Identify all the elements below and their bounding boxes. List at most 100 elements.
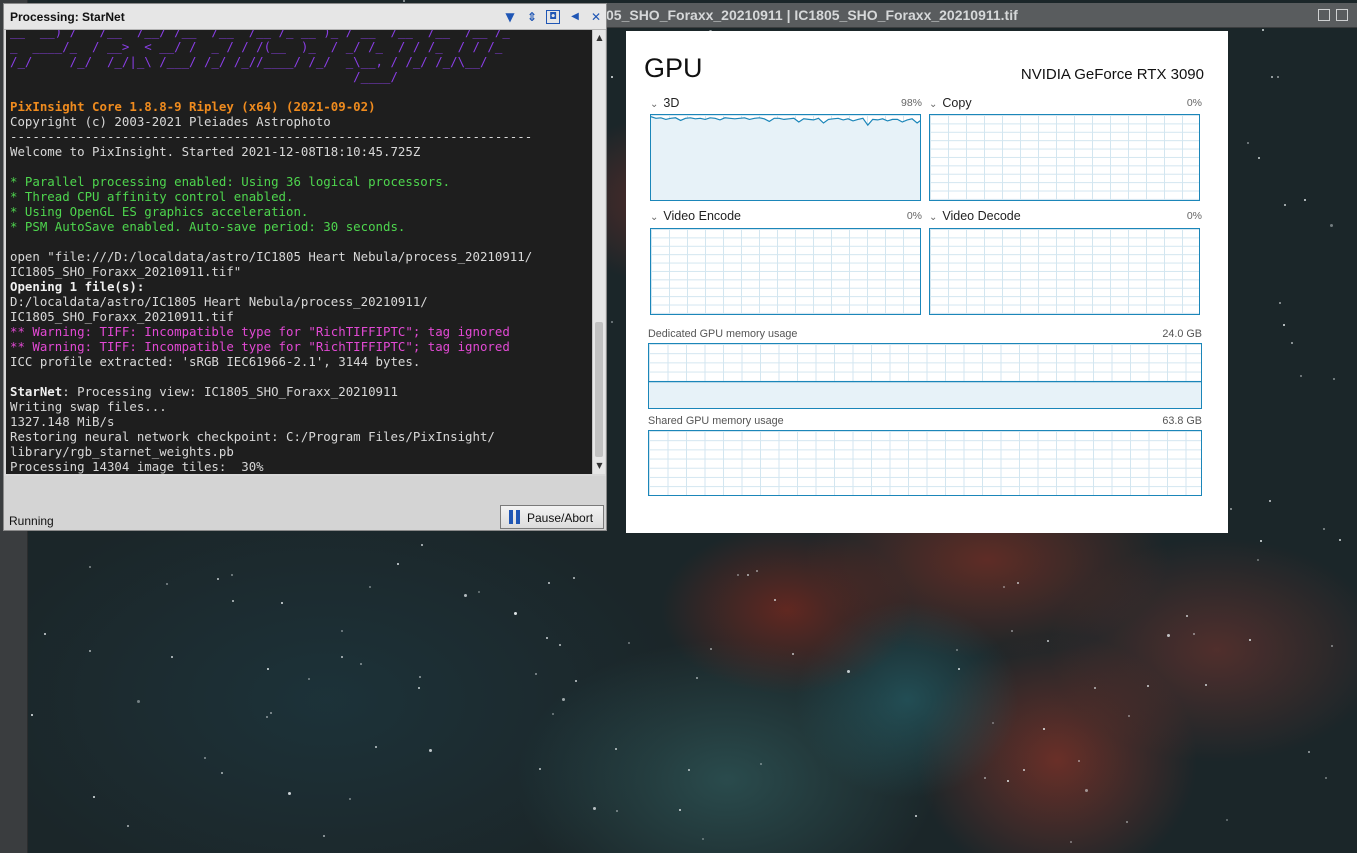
star-dot — [1331, 644, 1334, 647]
star-dot — [847, 670, 851, 674]
star-dot — [1256, 558, 1259, 561]
star-dot — [915, 814, 918, 817]
star-dot — [216, 577, 219, 580]
star-dot — [747, 573, 750, 576]
pause-abort-button[interactable]: Pause/Abort — [500, 505, 604, 529]
star-dot — [559, 643, 562, 646]
console-line: Processing 14304 image tiles: 30% — [10, 459, 264, 474]
star-dot — [615, 810, 618, 813]
star-dot — [1261, 28, 1264, 31]
star-dot — [88, 650, 91, 653]
star-dot — [165, 582, 168, 585]
pause-abort-label: Pause/Abort — [527, 511, 594, 525]
star-dot — [1002, 586, 1005, 589]
process-console[interactable]: __ __) / /__ /__/ /__ /__ /__ /_ __ )_ /… — [6, 30, 592, 474]
star-dot — [369, 585, 372, 588]
star-dot — [1271, 75, 1274, 78]
console-scrollbar[interactable]: ▲ ▼ — [592, 30, 605, 474]
chevron-down-icon: ⌄ — [929, 99, 938, 110]
chevron-down-icon: ⌄ — [929, 212, 938, 223]
dedicated-memory-area — [649, 381, 1201, 408]
star-dot — [792, 653, 795, 656]
star-dot — [265, 715, 268, 718]
chevron-down-icon[interactable]: ▼ — [502, 9, 518, 25]
star-dot — [1229, 508, 1232, 511]
star-dot — [1127, 715, 1130, 718]
console-line: ICC profile extracted: 'sRGB IEC61966-2.… — [10, 354, 421, 369]
star-dot — [43, 632, 46, 635]
engine-video-decode-graph — [929, 228, 1200, 315]
scroll-up-icon[interactable]: ▲ — [594, 32, 605, 43]
console-line: * Thread CPU affinity control enabled. — [10, 189, 294, 204]
star-dot — [1085, 789, 1089, 793]
scrollbar-thumb[interactable] — [595, 322, 603, 457]
console-line: __ __) / /__ /__/ /__ /__ /__ /_ __ )_ /… — [10, 30, 510, 39]
star-dot — [1006, 779, 1009, 782]
window-restore-icon[interactable] — [1336, 9, 1348, 21]
console-line: StarNet: Processing view: IC1805_SHO_For… — [10, 384, 532, 399]
star-dot — [1278, 302, 1281, 305]
rewind-icon[interactable]: ◀ — [567, 9, 583, 25]
engine-3d-area — [651, 116, 920, 200]
console-line: open "file:///D:/localdata/astro/IC1805 … — [10, 249, 533, 264]
star-dot — [615, 748, 618, 751]
star-dot — [1258, 156, 1261, 159]
engine-video-encode-selector[interactable]: ⌄ Video Encode — [650, 209, 741, 223]
star-dot — [231, 599, 234, 602]
star-dot — [126, 824, 129, 827]
star-dot — [204, 757, 207, 760]
star-dot — [1078, 760, 1080, 763]
square-icon[interactable]: ◘ — [546, 10, 560, 24]
console-line: IC1805_SHO_Foraxx_20210911.tif — [10, 309, 234, 324]
star-dot — [396, 563, 399, 566]
console-line: * Parallel processing enabled: Using 36 … — [10, 174, 451, 189]
console-line-module: StarNet — [10, 384, 63, 399]
console-line: Opening 1 file(s): — [10, 279, 145, 294]
star-dot — [552, 713, 555, 716]
close-icon[interactable]: ✕ — [588, 9, 604, 25]
console-line: /____/ — [10, 69, 398, 84]
star-dot — [1259, 540, 1262, 543]
gpu-performance-panel: GPU NVIDIA GeForce RTX 3090 ⌄ 3D 98% ⌄ Cop… — [626, 31, 1228, 533]
engine-3d-usage-line — [651, 116, 920, 200]
star-dot — [611, 75, 614, 78]
shared-memory-graph — [648, 430, 1202, 496]
engine-3d-selector[interactable]: ⌄ 3D — [650, 96, 679, 110]
star-dot — [701, 837, 704, 840]
engine-copy-selector[interactable]: ⌄ Copy — [929, 96, 972, 110]
star-dot — [992, 721, 995, 724]
star-dot — [1193, 633, 1196, 636]
star-dot — [538, 768, 541, 771]
star-dot — [627, 642, 630, 645]
star-dot — [1290, 342, 1293, 345]
star-dot — [696, 677, 699, 680]
window-maximize-icon[interactable] — [1318, 9, 1330, 21]
console-line: Restoring neural network checkpoint: C:/… — [10, 429, 495, 444]
image-window-titlebar[interactable]: 05_SHO_Foraxx_20210911 | IC1805_SHO_Fora… — [606, 3, 1357, 28]
star-dot — [89, 566, 92, 569]
star-dot — [1268, 499, 1271, 502]
updown-arrows-icon[interactable]: ⇕ — [524, 9, 540, 25]
console-line: ----------------------------------------… — [10, 129, 533, 144]
star-dot — [1308, 751, 1311, 754]
console-line: D:/localdata/astro/IC1805 Heart Nebula/p… — [10, 294, 428, 309]
shared-memory-label: Shared GPU memory usage — [648, 415, 784, 427]
star-dot — [477, 590, 480, 593]
star-dot — [736, 573, 739, 576]
processing-window-titlebar[interactable]: Processing: StarNet ▼ ⇕ ◘ ◀ ✕ — [4, 4, 606, 30]
star-dot — [1017, 582, 1019, 585]
star-dot — [1249, 639, 1252, 642]
star-dot — [687, 768, 690, 771]
star-dot — [1330, 224, 1334, 228]
engine-video-decode-selector[interactable]: ⌄ Video Decode — [929, 209, 1021, 223]
console-line: _ ____/_ / __> < __/ / _ / / /(__ )_ / _… — [10, 39, 503, 54]
star-dot — [429, 748, 433, 752]
star-dot — [1303, 199, 1306, 202]
console-line: 1327.148 MiB/s — [10, 414, 115, 429]
console-line: /_/ /_/ /_/|_\ /___/ /_/ /_//____/ /_/ _… — [10, 54, 488, 69]
scroll-down-icon[interactable]: ▼ — [594, 460, 605, 471]
star-dot — [958, 667, 961, 670]
